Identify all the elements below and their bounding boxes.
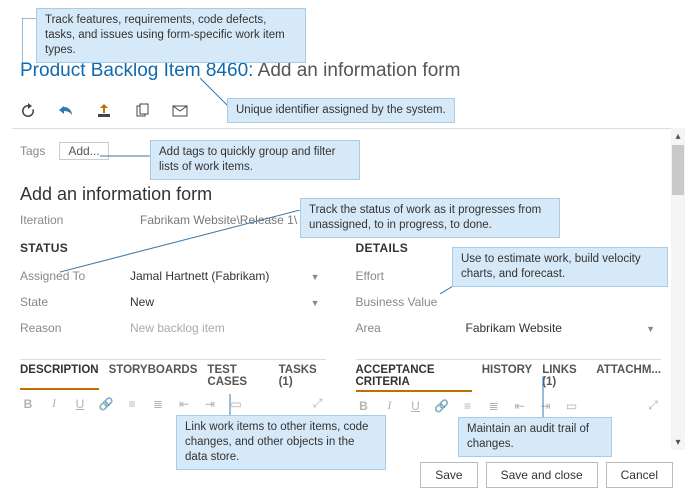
- save-button[interactable]: Save: [420, 462, 477, 488]
- mail-icon[interactable]: [172, 103, 188, 122]
- rtf-toolbar-right: B I U 🔗 ≡ ≣ ⇤ ⇥ ▭ ⤢: [356, 398, 662, 413]
- link-icon[interactable]: 🔗: [98, 397, 114, 411]
- callout-types: Track features, requirements, code defec…: [36, 8, 306, 63]
- rtf-toolbar-left: B I U 🔗 ≡ ≣ ⇤ ⇥ ▭ ⤢: [20, 396, 326, 411]
- undo-icon[interactable]: [58, 103, 74, 122]
- callout-estimate: Use to estimate work, build velocity cha…: [452, 247, 668, 287]
- tags-label: Tags: [20, 144, 45, 158]
- callout-history: Maintain an audit trail of changes.: [458, 417, 612, 457]
- tab-tasks[interactable]: TASKS (1): [279, 360, 326, 390]
- state-label: State: [20, 295, 130, 309]
- right-tabs: ACCEPTANCE CRITERIA HISTORY LINKS (1) AT…: [356, 359, 662, 413]
- title-colon: :: [248, 60, 253, 81]
- callout-links: Link work items to other items, code cha…: [176, 415, 386, 470]
- chevron-down-icon: ▼: [311, 298, 320, 308]
- numbered-list-icon[interactable]: ≣: [150, 397, 166, 411]
- copy-icon[interactable]: [134, 103, 150, 122]
- upload-icon[interactable]: [96, 103, 112, 122]
- outdent-icon[interactable]: ⇤: [176, 397, 192, 411]
- footer-buttons: Save Save and close Cancel: [420, 462, 673, 488]
- work-item-title-readonly: Add an information form: [258, 60, 461, 81]
- bullet-list-icon[interactable]: ≡: [460, 399, 476, 413]
- underline-button[interactable]: U: [408, 399, 424, 413]
- callout-status: Track the status of work as it progresse…: [300, 198, 560, 238]
- tab-storyboards[interactable]: STORYBOARDS: [109, 360, 198, 390]
- callout-tags: Add tags to quickly group and filter lis…: [150, 140, 360, 180]
- refresh-icon[interactable]: [20, 103, 36, 122]
- cancel-button[interactable]: Cancel: [606, 462, 673, 488]
- tab-history[interactable]: HISTORY: [482, 360, 532, 392]
- state-dropdown[interactable]: New▼: [130, 295, 326, 309]
- business-value-label: Business Value: [356, 295, 466, 309]
- tab-attachments[interactable]: ATTACHM...: [596, 360, 661, 392]
- expand-icon[interactable]: ⤢: [310, 396, 326, 411]
- left-tabs: DESCRIPTION STORYBOARDS TEST CASES TASKS…: [20, 359, 326, 413]
- bullet-list-icon[interactable]: ≡: [124, 397, 140, 411]
- italic-button[interactable]: I: [382, 398, 398, 413]
- divider: [12, 128, 679, 129]
- image-icon[interactable]: ▭: [564, 399, 580, 413]
- chevron-down-icon: ▼: [646, 324, 655, 334]
- page-title: Product Backlog Item 8460: Add an inform…: [20, 60, 460, 82]
- reason-label: Reason: [20, 321, 130, 335]
- bold-button[interactable]: B: [20, 397, 36, 411]
- tab-test-cases[interactable]: TEST CASES: [207, 360, 268, 390]
- numbered-list-icon[interactable]: ≣: [486, 399, 502, 413]
- scroll-down-icon[interactable]: ▾: [671, 434, 685, 450]
- underline-button[interactable]: U: [72, 397, 88, 411]
- link-icon[interactable]: 🔗: [434, 399, 450, 413]
- scroll-up-icon[interactable]: ▴: [671, 128, 685, 144]
- area-label: Area: [356, 321, 466, 335]
- bold-button[interactable]: B: [356, 399, 372, 413]
- tab-links[interactable]: LINKS (1): [542, 360, 586, 392]
- area-dropdown[interactable]: Fabrikam Website▼: [466, 321, 662, 335]
- reason-field[interactable]: New backlog item: [130, 321, 326, 335]
- callout-uid: Unique identifier assigned by the system…: [227, 98, 455, 123]
- italic-button[interactable]: I: [46, 396, 62, 411]
- scroll-thumb[interactable]: [672, 145, 684, 195]
- toolbar: [20, 100, 188, 124]
- outdent-icon[interactable]: ⇤: [512, 399, 528, 413]
- indent-icon[interactable]: ⇥: [202, 397, 218, 411]
- save-and-close-button[interactable]: Save and close: [486, 462, 598, 488]
- tab-acceptance-criteria[interactable]: ACCEPTANCE CRITERIA: [356, 360, 472, 392]
- chevron-down-icon: ▼: [311, 272, 320, 282]
- tab-description[interactable]: DESCRIPTION: [20, 360, 99, 390]
- expand-icon[interactable]: ⤢: [645, 398, 661, 413]
